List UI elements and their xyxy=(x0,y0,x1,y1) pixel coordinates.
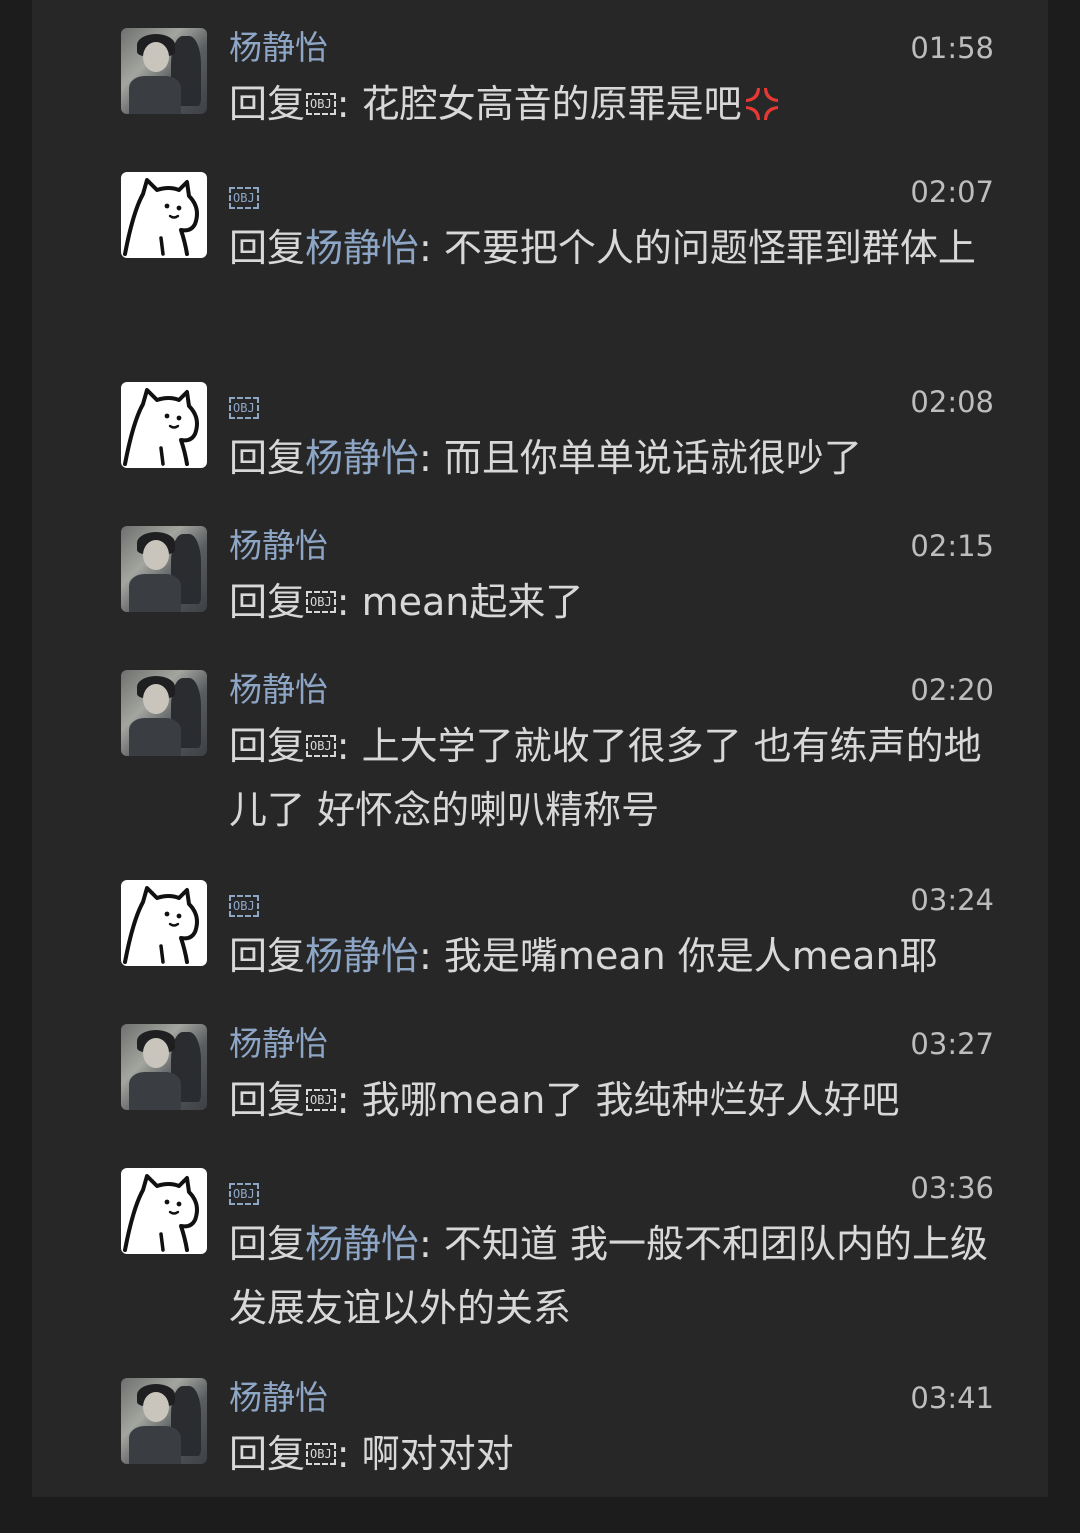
message-body: 不要把个人的问题怪罪到群体上 xyxy=(431,226,976,270)
anger-symbol-icon xyxy=(745,87,778,120)
sender-name[interactable]: 杨静怡 xyxy=(229,670,328,710)
reply-prefix: 回复 xyxy=(229,1078,306,1122)
message-text: 回复 OBJ: mean起来了 xyxy=(229,570,999,634)
reply-separator: : xyxy=(419,934,432,978)
avatar[interactable] xyxy=(121,526,207,612)
chat-panel: 杨静怡 01:58 回复 OBJ: 花腔女高音的原罪是吧 OBJ 02:07 回… xyxy=(32,0,1048,1497)
sender-name[interactable]: OBJ xyxy=(229,1168,259,1208)
message-time: 02:15 xyxy=(910,529,994,563)
message-body: 我哪mean了 我纯种烂好人好吧 xyxy=(349,1078,900,1122)
message-text: 回复 OBJ: 我哪mean了 我纯种烂好人好吧 xyxy=(229,1068,999,1132)
object-placeholder-icon: OBJ xyxy=(306,1088,336,1111)
reply-separator: : xyxy=(336,82,350,126)
cat-doodle-icon xyxy=(123,1174,199,1252)
avatar[interactable] xyxy=(121,382,207,468)
reply-separator: : xyxy=(336,1078,350,1122)
message-text: 回复杨静怡: 我是嘴mean 你是人mean耶 xyxy=(229,924,999,988)
sender-name[interactable]: 杨静怡 xyxy=(229,28,328,68)
object-placeholder-icon: OBJ xyxy=(229,186,259,209)
message-text: 回复杨静怡: 不要把个人的问题怪罪到群体上 xyxy=(229,216,999,280)
reply-separator: : xyxy=(419,436,432,480)
reply-target-name[interactable]: 杨静怡 xyxy=(305,1222,419,1266)
object-placeholder-icon: OBJ xyxy=(229,1182,259,1205)
reply-separator: : xyxy=(336,1432,350,1476)
message-time: 03:24 xyxy=(910,883,994,917)
reply-prefix: 回复 xyxy=(229,934,306,978)
sender-name[interactable]: 杨静怡 xyxy=(229,526,328,566)
reply-prefix: 回复 xyxy=(229,436,306,480)
reply-prefix: 回复 xyxy=(229,82,306,126)
message-time: 03:27 xyxy=(910,1027,994,1061)
reply-target-name[interactable]: 杨静怡 xyxy=(305,436,419,480)
avatar[interactable] xyxy=(121,1378,207,1464)
avatar[interactable] xyxy=(121,670,207,756)
sender-name[interactable]: OBJ xyxy=(229,382,259,422)
reply-separator: : xyxy=(336,724,350,768)
object-placeholder-icon: OBJ xyxy=(306,590,336,613)
object-placeholder-icon: OBJ xyxy=(306,92,336,115)
object-placeholder-icon: OBJ xyxy=(229,894,259,917)
avatar[interactable] xyxy=(121,1024,207,1110)
message-time: 02:20 xyxy=(910,673,994,707)
avatar[interactable] xyxy=(121,880,207,966)
message-time: 02:08 xyxy=(910,385,994,419)
avatar[interactable] xyxy=(121,1168,207,1254)
message-text: 回复杨静怡: 而且你单单说话就很吵了 xyxy=(229,426,999,490)
message-text: 回复杨静怡: 不知道 我一般不和团队内的上级发展友谊以外的关系 xyxy=(229,1212,999,1340)
reply-target-name[interactable]: 杨静怡 xyxy=(305,226,419,270)
reply-prefix: 回复 xyxy=(229,1222,306,1266)
message-text: 回复 OBJ: 花腔女高音的原罪是吧 xyxy=(229,72,999,136)
message-time: 03:36 xyxy=(910,1171,994,1205)
cat-doodle-icon xyxy=(123,886,199,964)
reply-target-name[interactable]: 杨静怡 xyxy=(305,934,419,978)
reply-prefix: 回复 xyxy=(229,1432,306,1476)
message-text: 回复 OBJ: 啊对对对 xyxy=(229,1422,999,1486)
message-body: 我是嘴mean 你是人mean耶 xyxy=(431,934,938,978)
message-body: 而且你单单说话就很吵了 xyxy=(431,436,862,480)
reply-separator: : xyxy=(419,1222,432,1266)
message-body: mean起来了 xyxy=(349,580,584,624)
sender-name[interactable]: 杨静怡 xyxy=(229,1024,328,1064)
reply-prefix: 回复 xyxy=(229,226,306,270)
message-text: 回复 OBJ: 上大学了就收了很多了 也有练声的地儿了 好怀念的喇叭精称号 xyxy=(229,714,999,842)
cat-doodle-icon xyxy=(123,178,199,256)
reply-prefix: 回复 xyxy=(229,724,306,768)
cat-doodle-icon xyxy=(123,388,199,466)
sender-name[interactable]: OBJ xyxy=(229,880,259,920)
message-body: 啊对对对 xyxy=(349,1432,514,1476)
reply-prefix: 回复 xyxy=(229,580,306,624)
message-time: 03:41 xyxy=(910,1381,994,1415)
sender-name[interactable]: 杨静怡 xyxy=(229,1378,328,1418)
object-placeholder-icon: OBJ xyxy=(306,734,336,757)
avatar[interactable] xyxy=(121,28,207,114)
avatar[interactable] xyxy=(121,172,207,258)
object-placeholder-icon: OBJ xyxy=(229,396,259,419)
object-placeholder-icon: OBJ xyxy=(306,1442,336,1465)
message-time: 02:07 xyxy=(910,175,994,209)
reply-separator: : xyxy=(419,226,432,270)
reply-separator: : xyxy=(336,580,350,624)
sender-name[interactable]: OBJ xyxy=(229,172,259,212)
message-body: 花腔女高音的原罪是吧 xyxy=(349,82,742,126)
message-time: 01:58 xyxy=(910,31,994,65)
